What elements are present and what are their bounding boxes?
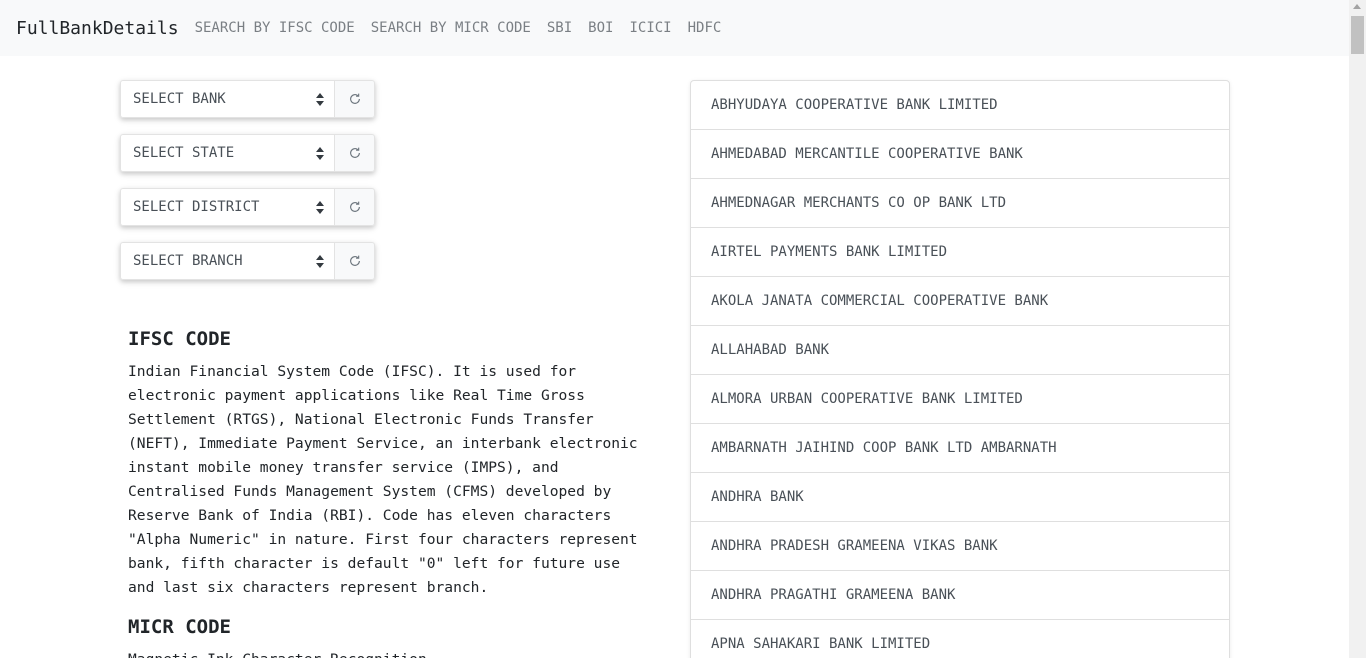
scroll-thumb[interactable] xyxy=(1351,16,1364,54)
bank-list-item[interactable]: ANDHRA BANK xyxy=(691,473,1229,522)
state-select-group: SELECT STATE xyxy=(120,134,375,172)
select-arrows-icon xyxy=(316,255,324,269)
nav-link-search-ifsc[interactable]: SEARCH BY IFSC CODE xyxy=(195,20,355,36)
branch-select-label: SELECT BRANCH xyxy=(133,253,243,269)
bank-list-item[interactable]: AKOLA JANATA COMMERCIAL COOPERATIVE BANK xyxy=(691,277,1229,326)
top-navbar: FullBankDetails SEARCH BY IFSC CODE SEAR… xyxy=(0,0,1349,56)
brand-logo[interactable]: FullBankDetails xyxy=(16,18,179,39)
nav-link-boi[interactable]: BOI xyxy=(588,20,613,36)
refresh-icon xyxy=(349,255,360,266)
bank-list-item[interactable]: AHMEDNAGAR MERCHANTS CO OP BANK LTD xyxy=(691,179,1229,228)
nav-link-sbi[interactable]: SBI xyxy=(547,20,572,36)
bank-reset-button[interactable] xyxy=(334,80,375,118)
district-select-group: SELECT DISTRICT xyxy=(120,188,375,226)
state-select-label: SELECT STATE xyxy=(133,145,235,161)
refresh-icon xyxy=(349,201,360,212)
district-select-label: SELECT DISTRICT xyxy=(133,199,260,215)
bank-list-item[interactable]: APNA SAHAKARI BANK LIMITED xyxy=(691,620,1229,658)
bank-list-item[interactable]: AHMEDABAD MERCANTILE COOPERATIVE BANK xyxy=(691,130,1229,179)
select-arrows-icon xyxy=(316,93,324,107)
bank-list-item[interactable]: ANDHRA PRAGATHI GRAMEENA BANK xyxy=(691,571,1229,620)
branch-select-group: SELECT BRANCH xyxy=(120,242,375,280)
micr-heading: MICR CODE xyxy=(128,616,231,638)
bank-select[interactable]: SELECT BANK xyxy=(120,80,334,118)
branch-reset-button[interactable] xyxy=(334,242,375,280)
branch-select[interactable]: SELECT BRANCH xyxy=(120,242,334,280)
ifsc-description: Indian Financial System Code (IFSC). It … xyxy=(128,363,638,596)
bank-list-item[interactable]: ALLAHABAD BANK xyxy=(691,326,1229,375)
bank-list-item[interactable]: AMBARNATH JAIHIND COOP BANK LTD AMBARNAT… xyxy=(691,424,1229,473)
bank-list-item[interactable]: ABHYUDAYA COOPERATIVE BANK LIMITED xyxy=(691,81,1229,130)
district-select[interactable]: SELECT DISTRICT xyxy=(120,188,334,226)
refresh-icon xyxy=(349,147,360,158)
info-content: IFSC CODE Indian Financial System Code (… xyxy=(128,328,648,658)
bank-list-item[interactable]: ANDHRA PRADESH GRAMEENA VIKAS BANK xyxy=(691,522,1229,571)
page-scrollbar[interactable] xyxy=(1349,0,1366,658)
bank-select-label: SELECT BANK xyxy=(133,91,226,107)
nav-link-hdfc[interactable]: HDFC xyxy=(688,20,722,36)
select-arrows-icon xyxy=(316,147,324,161)
district-reset-button[interactable] xyxy=(334,188,375,226)
ifsc-heading: IFSC CODE xyxy=(128,328,231,350)
nav-link-icici[interactable]: ICICI xyxy=(629,20,671,36)
bank-list-item[interactable]: ALMORA URBAN COOPERATIVE BANK LIMITED xyxy=(691,375,1229,424)
select-arrows-icon xyxy=(316,201,324,215)
bank-list-item[interactable]: AIRTEL PAYMENTS BANK LIMITED xyxy=(691,228,1229,277)
nav-link-search-micr[interactable]: SEARCH BY MICR CODE xyxy=(371,20,531,36)
scroll-up-arrow-icon[interactable] xyxy=(1353,4,1361,9)
bank-select-group: SELECT BANK xyxy=(120,80,375,118)
refresh-icon xyxy=(349,93,360,104)
state-select[interactable]: SELECT STATE xyxy=(120,134,334,172)
state-reset-button[interactable] xyxy=(334,134,375,172)
bank-list: ABHYUDAYA COOPERATIVE BANK LIMITED AHMED… xyxy=(690,80,1230,658)
micr-description: Magnetic Ink Character Recognition xyxy=(128,648,648,658)
